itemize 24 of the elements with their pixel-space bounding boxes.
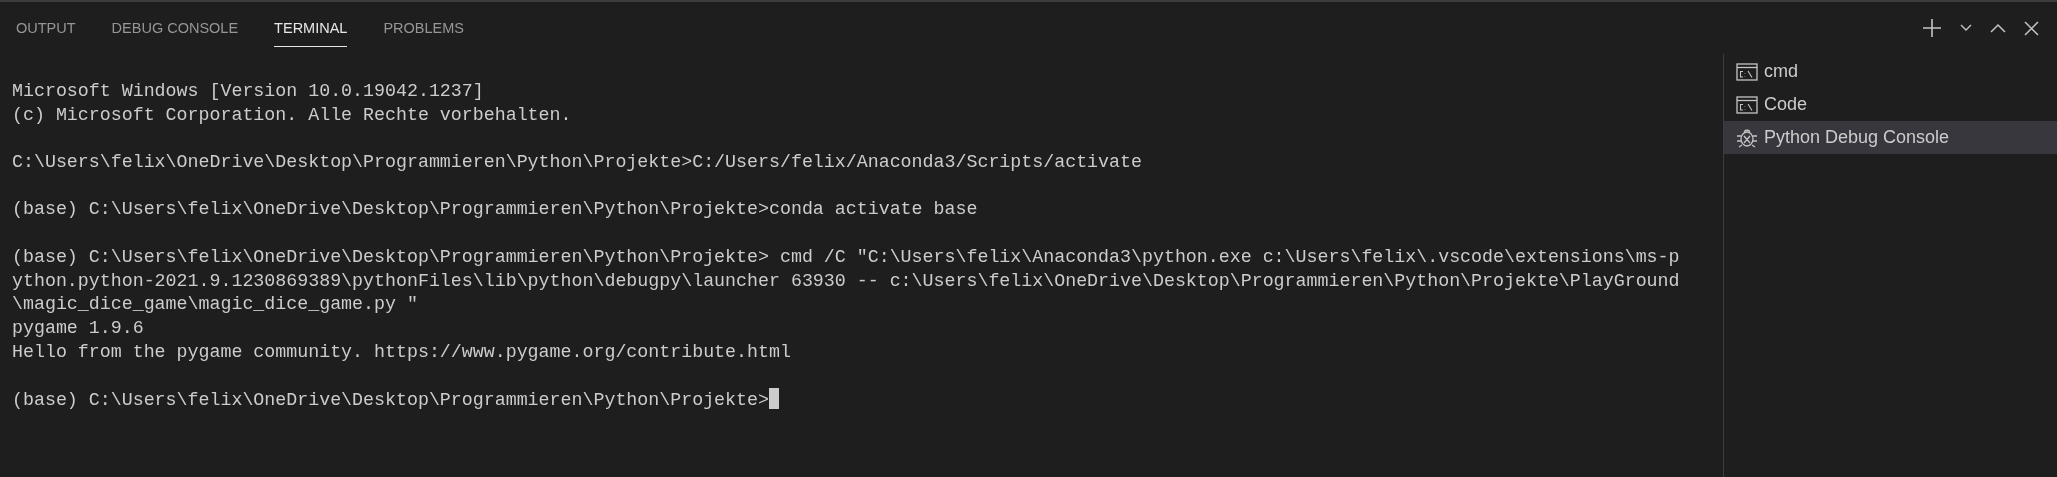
panel-tab[interactable]: DEBUG CONSOLE [111,11,239,47]
chevron-up-icon[interactable] [1988,21,2008,35]
terminal-list-item[interactable]: Python Debug Console [1724,121,2057,154]
terminal-list-item[interactable]: Code [1724,88,2057,121]
bug-icon [1736,127,1758,148]
terminal-line: pygame 1.9.6 [12,318,144,338]
terminal-line: Hello from the pygame community. https://www.pygame.org/contribute.html [12,341,791,362]
add-icon[interactable] [1920,16,1944,40]
terminal-line: (base) C:\Users\felix\OneDrive\Desktop\Programmieren\Python\Projekte> [12,390,769,411]
panel-tab[interactable]: PROBLEMS [383,11,465,47]
cursor [768,388,779,410]
terminal-line: C:\Users\felix\OneDrive\Desktop\Programmieren\Python\Projekte>C:/Users/felix/Anaconda3/Scripts/activate [12,152,1142,173]
terminal-line: \magic_dice_game\magic_dice_game.py " [12,294,418,315]
terminal-line: Microsoft Windows [Version 10.0.19042.1237] [12,81,484,101]
terminal-icon [1736,95,1758,114]
panel-tab[interactable]: TERMINAL [274,11,348,47]
terminal-icon [1736,62,1758,81]
panel-tab[interactable]: OUTPUT [16,11,76,47]
terminal-line: (c) Microsoft Corporation. Alle Rechte vorbehalten. [12,104,572,125]
terminal-list-item[interactable]: cmd [1724,55,2057,88]
close-icon[interactable] [2022,18,2041,38]
terminal-line: (base) C:\Users\felix\OneDrive\Desktop\Programmieren\Python\Projekte> cmd /C "C:\Users\felix\Anaconda3\python.exe c:\Users\felix\.vscode\extensions\ms-p [12,246,1680,267]
terminal-line: (base) C:\Users\felix\OneDrive\Desktop\Programmieren\Python\Projekte>conda activate base [12,199,978,220]
terminal-line: ython.python-2021.9.1230869389\pythonFiles\lib\python\debugpy\launcher 63930 -- c:\Users\felix\OneDrive\Desktop\Programmieren\Python\Projekte\PlayGround [12,270,1680,291]
